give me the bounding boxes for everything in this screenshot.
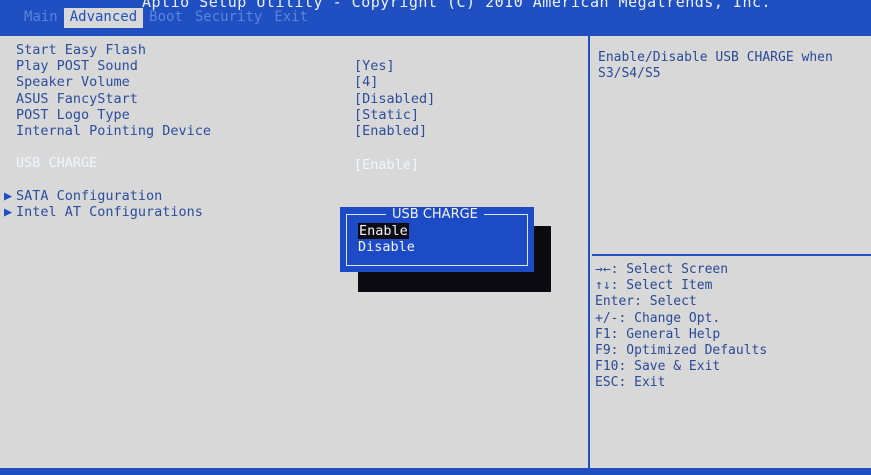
tab-boot[interactable]: Boot <box>143 8 189 28</box>
submenu-sata-configuration[interactable]: ▶ SATA Configuration <box>4 188 162 204</box>
submenu-arrow-icon: ▶ <box>4 188 13 204</box>
help-divider <box>592 254 871 256</box>
key-save-exit: F10: Save & Exit <box>595 359 721 375</box>
setting-start-easy-flash[interactable]: Start Easy Flash <box>16 42 146 58</box>
setting-post-logo-type-label[interactable]: POST Logo Type <box>16 107 130 123</box>
setting-speaker-volume-label[interactable]: Speaker Volume <box>16 74 130 90</box>
key-enter-select: Enter: Select <box>595 294 697 310</box>
help-description: Enable/Disable USB CHARGE when S3/S4/S5 <box>598 50 833 81</box>
popup-option-disable[interactable]: Disable <box>358 239 415 255</box>
submenu-label: SATA Configuration <box>16 188 163 204</box>
bottom-bar <box>0 468 871 475</box>
tab-exit[interactable]: Exit <box>268 8 314 28</box>
tab-bar: Main Advanced Boot Security Exit <box>0 8 314 28</box>
setting-internal-pointing-device-label[interactable]: Internal Pointing Device <box>16 123 211 139</box>
key-select-screen: →←: Select Screen <box>595 262 729 277</box>
setting-play-post-sound-label[interactable]: Play POST Sound <box>16 58 138 74</box>
setting-asus-fancystart-value[interactable]: [Disabled] <box>354 91 435 107</box>
key-general-help: F1: General Help <box>595 326 721 342</box>
submenu-arrow-icon: ▶ <box>4 204 13 220</box>
usb-charge-popup: USB CHARGE Enable Disable <box>340 207 534 272</box>
popup-option-enable[interactable]: Enable <box>358 223 409 239</box>
setting-post-logo-type-value[interactable]: [Static] <box>354 107 419 123</box>
setting-usb-charge-value[interactable]: [Enable] <box>354 157 419 173</box>
setting-usb-charge-label[interactable]: USB CHARGE <box>16 155 97 171</box>
tab-main[interactable]: Main <box>0 8 64 28</box>
key-legend: →←: Select Screen ↑↓: Select Item Enter:… <box>595 262 767 392</box>
help-pane: Enable/Disable USB CHARGE when S3/S4/S5 … <box>592 36 871 468</box>
setting-speaker-volume-value[interactable]: [4] <box>354 74 378 90</box>
key-select-item: ↑↓: Select Item <box>595 278 713 294</box>
setting-internal-pointing-device-value[interactable]: [Enabled] <box>354 123 427 139</box>
key-esc-exit: ESC: Exit <box>595 375 666 391</box>
title-bar: Aptio Setup Utility - Copyright (C) 2010… <box>0 0 871 32</box>
submenu-label: Intel AT Configurations <box>16 204 203 220</box>
tab-advanced[interactable]: Advanced <box>63 8 144 28</box>
setting-asus-fancystart-label[interactable]: ASUS FancyStart <box>16 91 138 107</box>
tab-security[interactable]: Security <box>189 8 268 28</box>
key-change-option: +/-: Change Opt. <box>595 310 721 326</box>
popup-title: USB CHARGE <box>386 207 484 223</box>
submenu-intel-at-configurations[interactable]: ▶ Intel AT Configurations <box>4 204 203 220</box>
setting-play-post-sound-value[interactable]: [Yes] <box>354 58 395 74</box>
key-optimized-defaults: F9: Optimized Defaults <box>595 342 768 358</box>
